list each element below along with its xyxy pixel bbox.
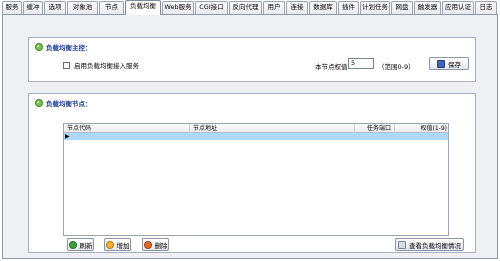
col-task-port[interactable]: 任务端口 xyxy=(355,124,395,133)
weight-label: 本节点权值 xyxy=(315,63,348,71)
tab-log[interactable]: 日志 xyxy=(475,1,497,14)
col-node-code[interactable]: 节点代码 xyxy=(64,124,190,133)
lb-control-title: 负载均衡主控： xyxy=(35,42,92,52)
save-button[interactable]: 保存 xyxy=(429,57,469,70)
view-icon xyxy=(398,240,406,249)
tab-app-auth[interactable]: 应用认证 xyxy=(442,1,474,14)
tab-user[interactable]: 用户 xyxy=(263,1,285,14)
tab-netdisk[interactable]: 网盘 xyxy=(391,1,413,14)
tab-strip: 服务 缓冲 选项 对象池 节点 负载均衡 Web服务 CGI接口 反向代理 用户… xyxy=(0,0,500,15)
load-balance-pane: 负载均衡主控： 启用负载均衡接入服务 本节点权值 5 （范围0-9） 保存 负载… xyxy=(2,14,498,259)
tab-connection[interactable]: 连接 xyxy=(286,1,308,14)
enable-lb-checkbox[interactable]: 启用负载均衡接入服务 xyxy=(63,60,139,70)
lb-control-group: 负载均衡主控： 启用负载均衡接入服务 本节点权值 5 （范围0-9） 保存 xyxy=(28,37,476,82)
tab-plugin[interactable]: 插件 xyxy=(338,1,359,14)
range-hint: （范围0-9） xyxy=(378,63,415,71)
tab-object-pool[interactable]: 对象池 xyxy=(67,1,98,14)
weight-input[interactable]: 5 xyxy=(348,58,374,69)
tab-load-balance[interactable]: 负载均衡 xyxy=(125,0,161,15)
tab-node[interactable]: 节点 xyxy=(99,1,124,14)
checkbox-icon[interactable] xyxy=(63,61,70,69)
tab-database[interactable]: 数据库 xyxy=(309,1,337,14)
lb-nodes-title: 负载均衡节点： xyxy=(35,98,92,108)
delete-icon xyxy=(143,240,152,249)
tab-web-service[interactable]: Web服务 xyxy=(162,1,194,14)
tab-reverse-proxy[interactable]: 反向代理 xyxy=(229,1,262,14)
tab-scheduled-task[interactable]: 计划任务 xyxy=(360,1,390,14)
arrow-right-icon xyxy=(35,43,43,51)
refresh-button[interactable]: 刷新 xyxy=(67,238,94,251)
tab-options[interactable]: 选项 xyxy=(44,1,66,14)
col-weight[interactable]: 权值(1-9) xyxy=(395,124,450,133)
add-button[interactable]: 增加 xyxy=(104,238,131,251)
current-row-indicator: ▶ xyxy=(65,133,70,140)
tab-service[interactable]: 服务 xyxy=(2,1,22,14)
view-load-balance-button[interactable]: 查看负载均衡情况 xyxy=(395,238,464,251)
delete-button[interactable]: 删除 xyxy=(142,238,169,251)
nodes-table[interactable]: 节点代码 节点地址 任务端口 权值(1-9) ▶ xyxy=(63,123,449,236)
table-header: 节点代码 节点地址 任务端口 权值(1-9) xyxy=(64,124,448,133)
add-icon xyxy=(105,240,114,249)
tab-buffer[interactable]: 缓冲 xyxy=(23,1,43,14)
col-node-address[interactable]: 节点地址 xyxy=(190,124,355,133)
tab-cgi[interactable]: CGI接口 xyxy=(195,1,228,14)
table-row[interactable] xyxy=(64,133,448,140)
arrow-right-icon xyxy=(35,99,43,107)
refresh-icon xyxy=(68,240,77,249)
tab-trigger[interactable]: 触发器 xyxy=(414,1,441,14)
save-icon xyxy=(437,59,445,68)
